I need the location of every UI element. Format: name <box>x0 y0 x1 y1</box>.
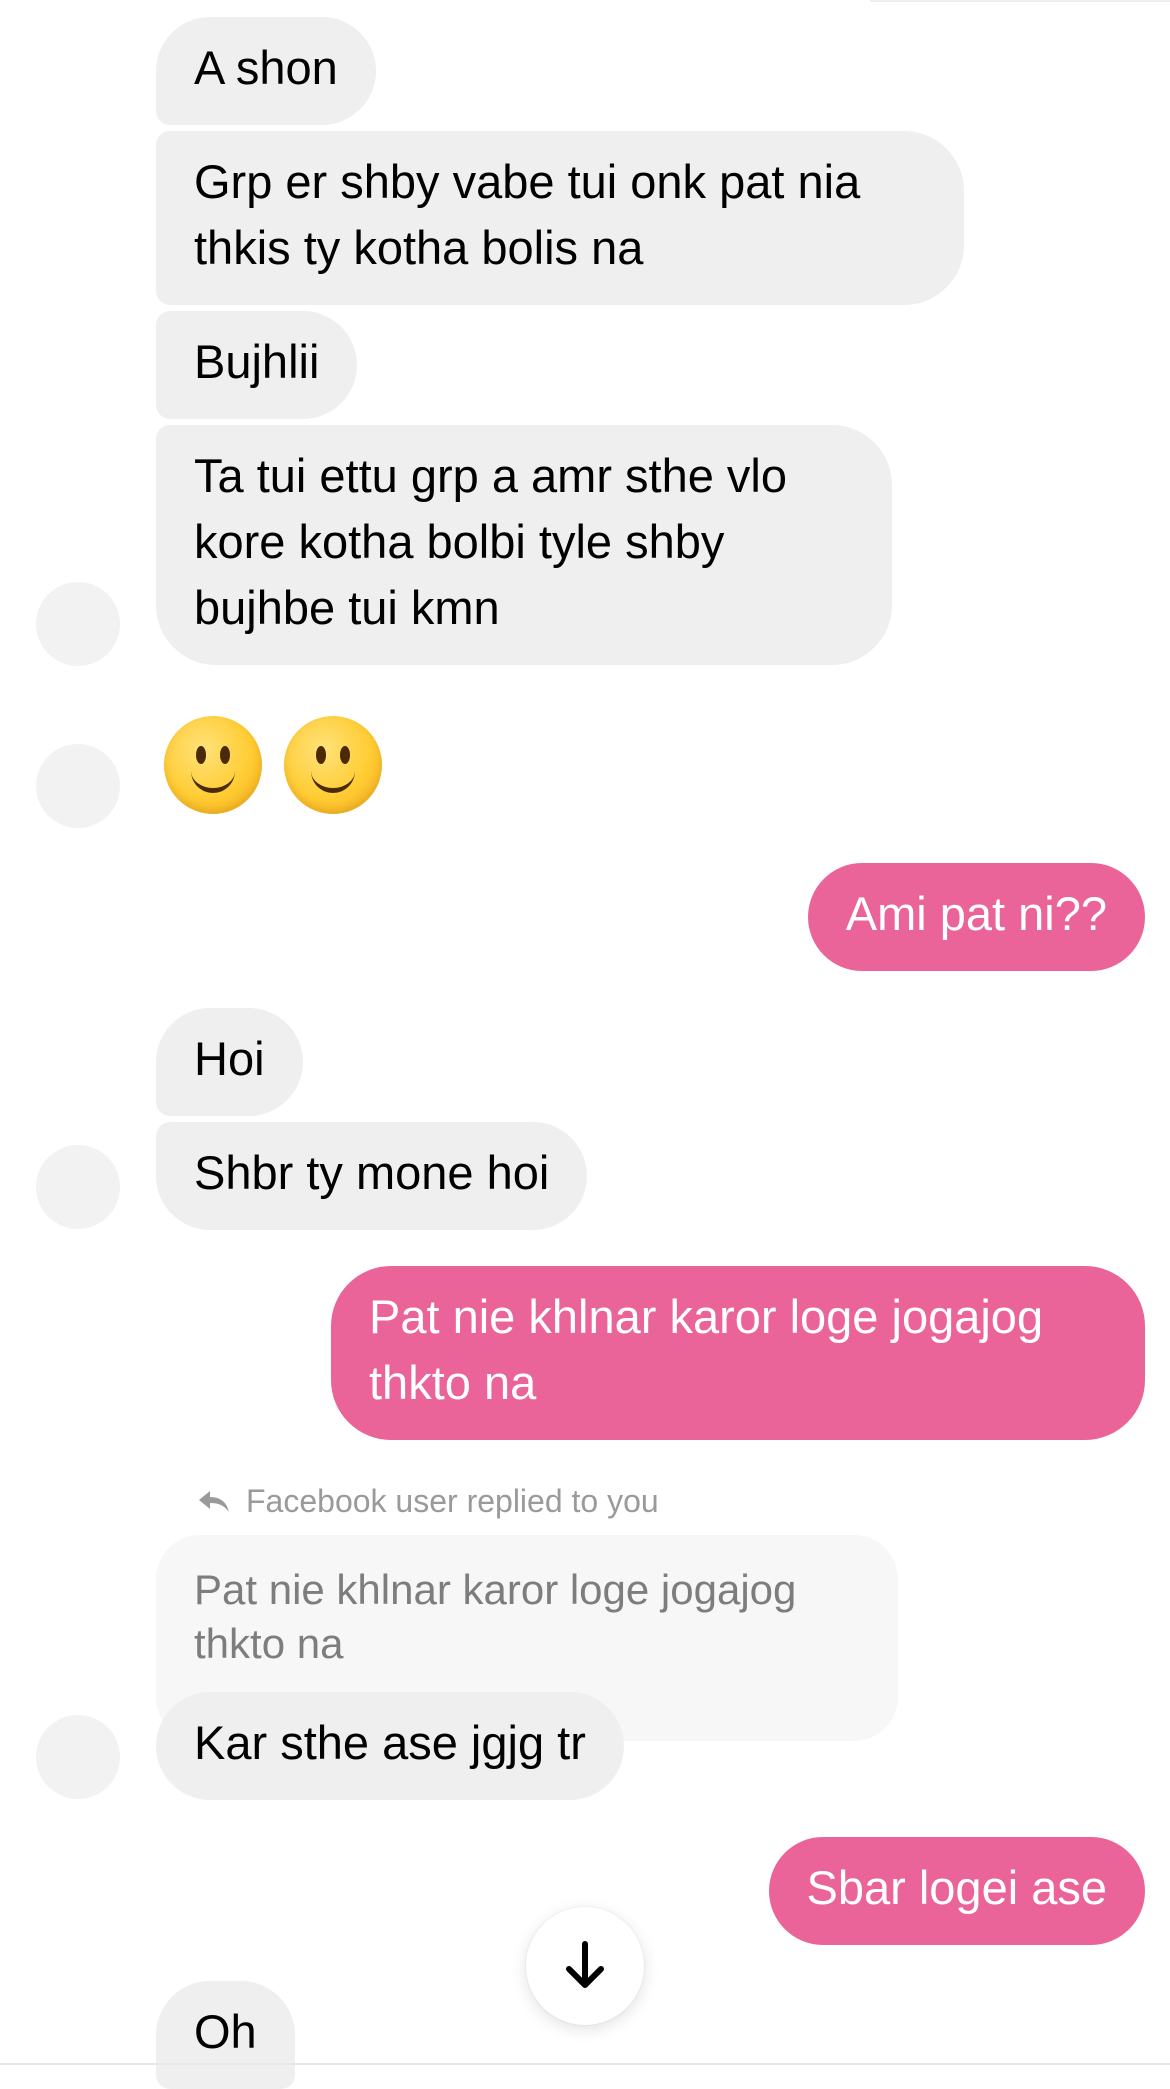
message-bubble-incoming[interactable]: A shon <box>156 17 376 125</box>
message-thread: A shon Grp er shby vabe tui onk pat nia … <box>0 0 1170 2089</box>
message-bubble-incoming[interactable]: Bujhlii <box>156 311 358 419</box>
reply-arrow-icon <box>199 1491 229 1512</box>
message-bubble-outgoing[interactable]: Pat nie khlnar karor loge jogajog thkto … <box>331 1266 1145 1440</box>
message-bubble-incoming[interactable]: Hoi <box>156 1008 303 1116</box>
slightly-smiling-face-emoji <box>284 716 382 814</box>
avatar[interactable] <box>36 744 120 828</box>
divider <box>870 0 1170 2</box>
message-bubble-incoming[interactable]: Shbr ty mone hoi <box>156 1122 588 1230</box>
scroll-to-bottom-button[interactable] <box>526 1907 644 2025</box>
arrow-down-icon <box>566 1941 604 1988</box>
slightly-smiling-face-emoji <box>164 716 262 814</box>
avatar[interactable] <box>36 1145 120 1229</box>
message-bubble-incoming[interactable]: Ta tui ettu grp a amr sthe vlo kore koth… <box>156 425 892 665</box>
message-bubble-incoming[interactable]: Oh <box>156 1981 295 2089</box>
reply-label: Facebook user replied to you <box>246 1483 659 1519</box>
message-bubble-outgoing[interactable]: Sbar logei ase <box>768 1837 1145 1945</box>
message-bubble-incoming[interactable]: Grp er shby vabe tui onk pat nia thkis t… <box>156 131 964 305</box>
avatar[interactable] <box>36 1715 120 1799</box>
message-bubble-outgoing[interactable]: Ami pat ni?? <box>807 863 1145 971</box>
message-bubble-incoming[interactable]: Kar sthe ase jgjg tr <box>156 1692 624 1800</box>
avatar[interactable] <box>36 582 120 666</box>
